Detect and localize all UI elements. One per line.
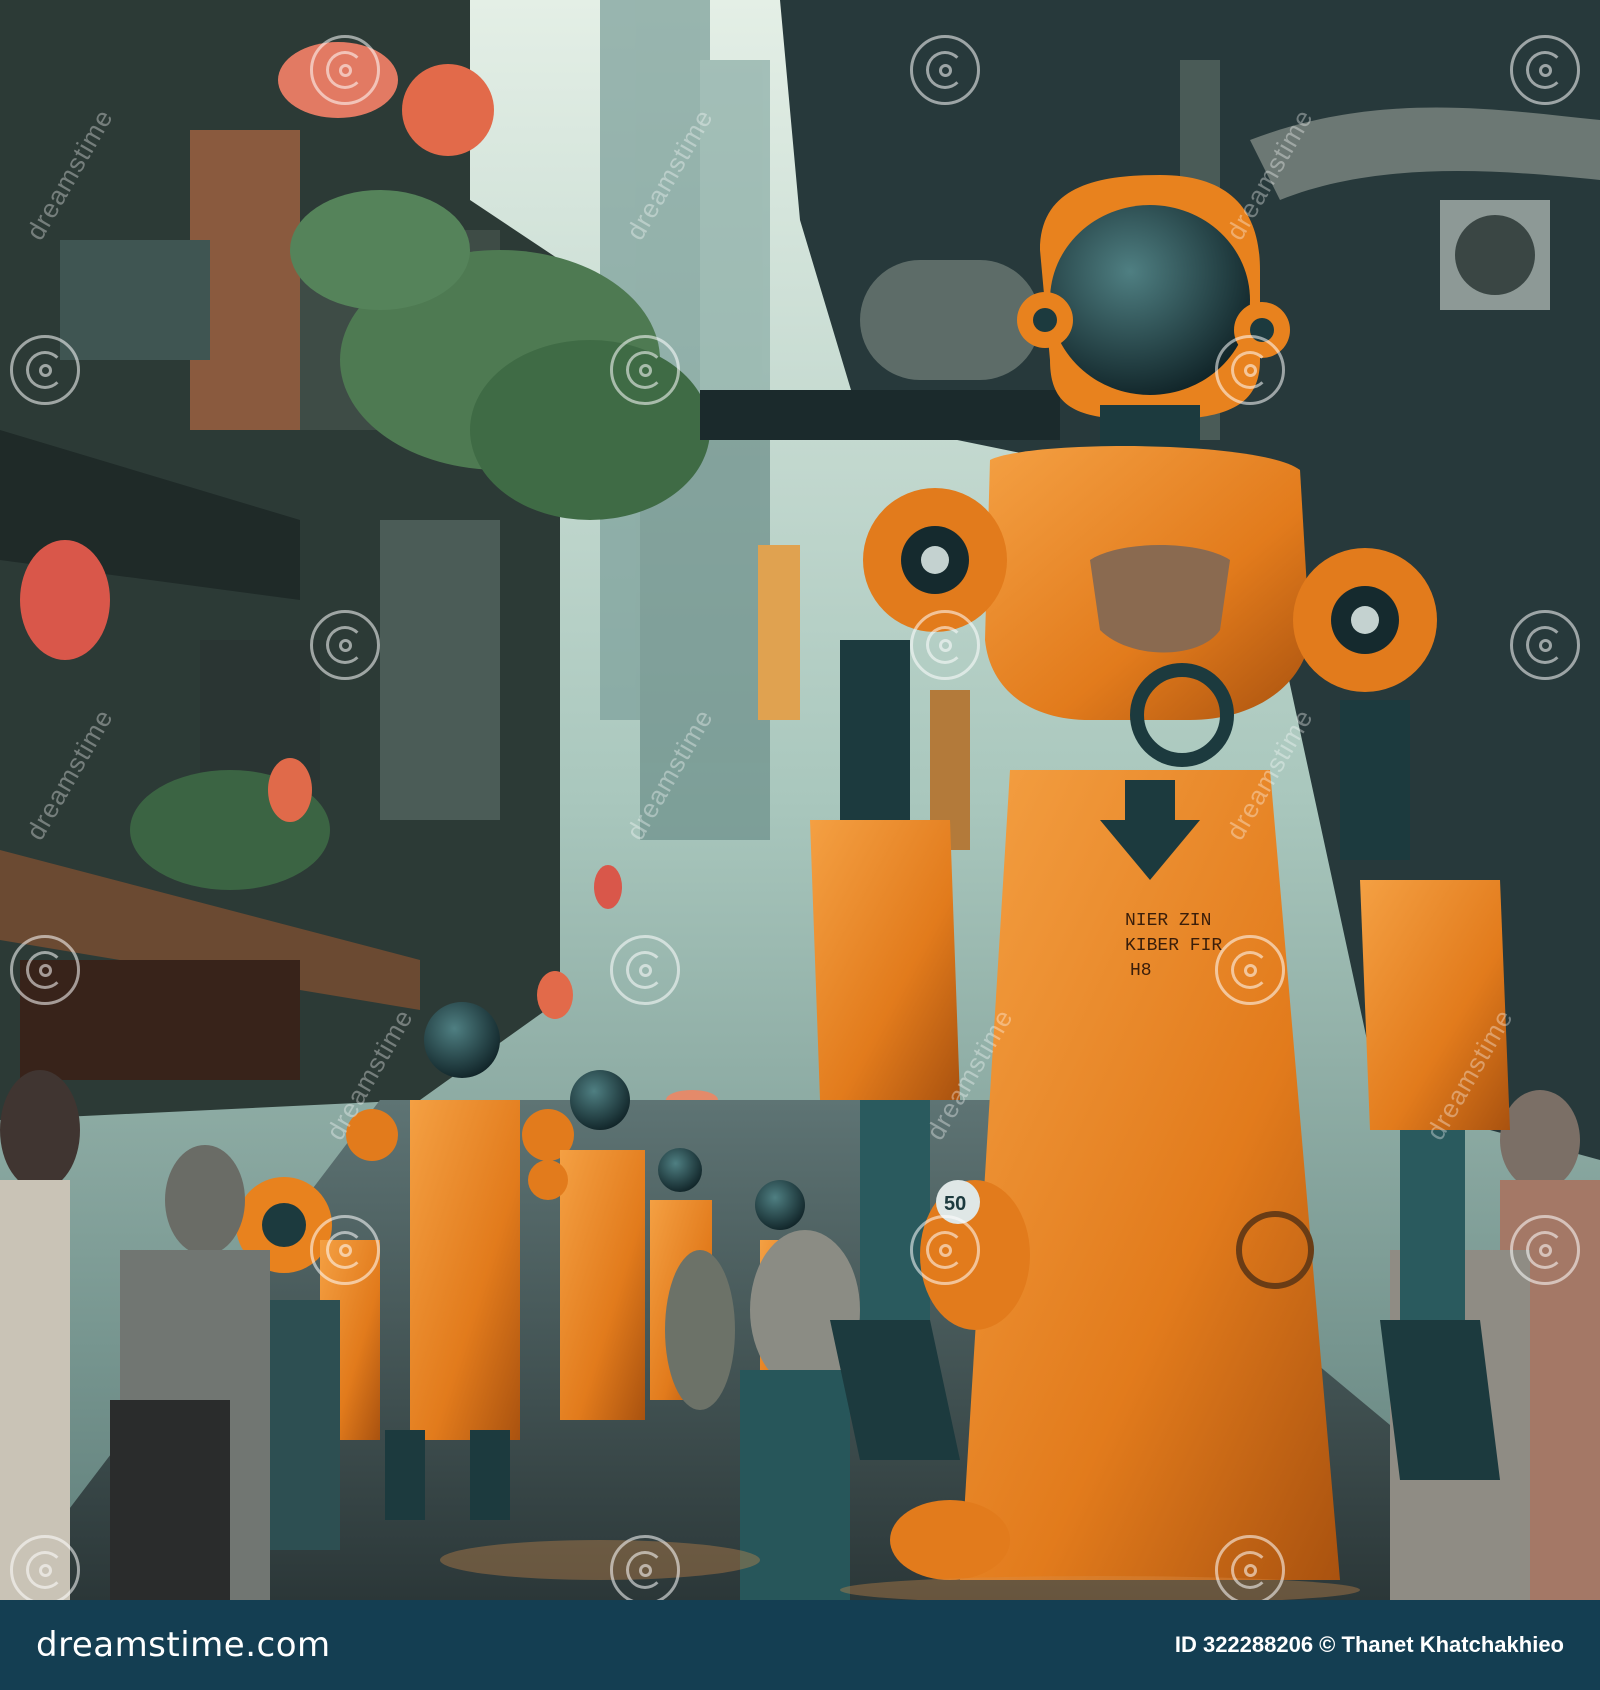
- scene-illustration: NIER ZIN KIBER FIR H8 50: [0, 0, 1600, 1600]
- robot-chest-text-line-2: KIBER FIR: [1125, 936, 1222, 956]
- scene-image: NIER ZIN KIBER FIR H8 50 dreamstime drea…: [0, 0, 1600, 1600]
- footer-logo[interactable]: dreamstime.com: [36, 1625, 331, 1665]
- footer-credit: ID 322288206 © Thanet Khatchakhieo: [1174, 1632, 1564, 1657]
- robot-chest-text-line-1: NIER ZIN: [1125, 911, 1211, 931]
- credit-footer: dreamstime.com ID 322288206 © Thanet Kha…: [0, 1600, 1600, 1690]
- robot-arm-badge-text: 50: [944, 1193, 966, 1215]
- robot-chest-text-line-3: H8: [1130, 961, 1152, 981]
